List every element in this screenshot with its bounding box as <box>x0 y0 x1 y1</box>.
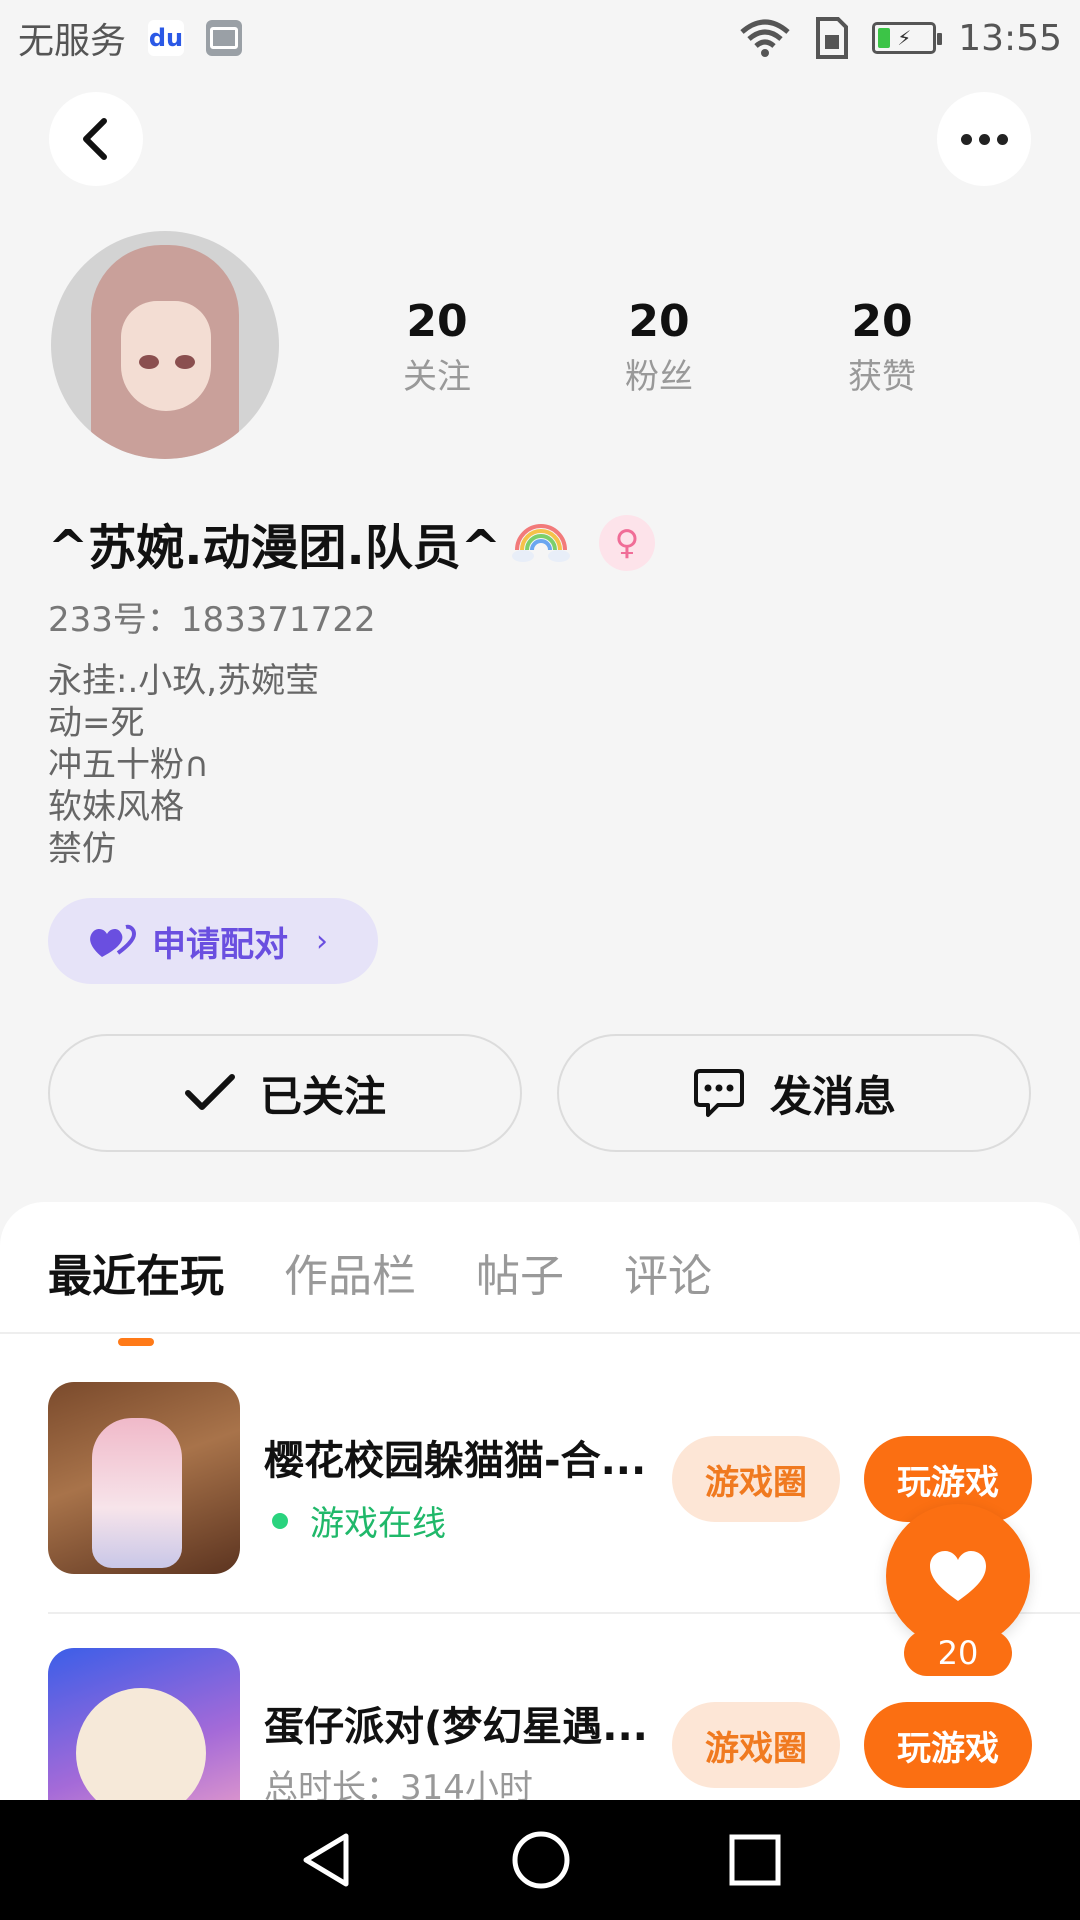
stat-label: 关注 <box>403 357 471 397</box>
stat-value: 20 <box>628 296 690 347</box>
stat-value: 20 <box>851 296 913 347</box>
user-id: 233号：183371722 <box>48 600 376 640</box>
stat-following[interactable]: 20 关注 <box>347 292 527 402</box>
wifi-icon <box>740 19 790 57</box>
game-online-status: 游戏在线 <box>264 1496 446 1545</box>
stat-value: 20 <box>406 296 468 347</box>
game-circle-button[interactable]: 游戏圈 <box>672 1702 840 1788</box>
game-status-text: 游戏在线 <box>310 1504 446 1544</box>
tab-bar: 最近在玩 作品栏 帖子 评论 <box>48 1240 772 1304</box>
bio: 永挂:.小玖,苏婉莹 动=死 冲五十粉∩ 软妹风格 禁仿 <box>48 660 319 870</box>
tab-works[interactable]: 作品栏 <box>284 1240 416 1304</box>
bio-line: 禁仿 <box>48 829 116 869</box>
heart-icon <box>930 1551 986 1601</box>
online-dot-icon <box>272 1512 288 1529</box>
game-circle-button[interactable]: 游戏圈 <box>672 1436 840 1522</box>
carrier-label: 无服务 <box>18 21 127 62</box>
nav-recents-icon[interactable] <box>728 1833 782 1887</box>
female-gender-icon: ♀ <box>598 515 655 571</box>
name-row: ^苏婉.动漫团.队员^ ♀ <box>48 508 655 578</box>
stat-fans[interactable]: 20 粉丝 <box>569 292 749 402</box>
gallery-notification-icon <box>206 20 243 56</box>
sim-icon <box>816 17 849 59</box>
game-total-playtime: 总时长：314小时 <box>264 1768 533 1800</box>
bio-line: 软妹风格 <box>48 787 184 827</box>
back-button[interactable] <box>49 92 143 186</box>
more-icon <box>960 133 1008 145</box>
bio-line: 动=死 <box>48 703 145 743</box>
system-navigation-bar <box>0 1800 1080 1920</box>
clock: 13:55 <box>958 17 1062 59</box>
check-icon <box>184 1074 235 1110</box>
like-count: 20 <box>904 1630 1012 1676</box>
tab-divider <box>0 1332 1080 1334</box>
game-icon[interactable] <box>48 1648 240 1800</box>
avatar[interactable] <box>51 231 279 459</box>
nav-back-icon[interactable] <box>298 1830 354 1890</box>
hearts-icon <box>90 924 137 957</box>
play-game-button[interactable]: 玩游戏 <box>864 1702 1032 1788</box>
bio-line: 永挂:.小玖,苏婉莹 <box>48 661 320 701</box>
followed-label: 已关注 <box>259 1071 386 1121</box>
nav-home-icon[interactable] <box>511 1830 571 1890</box>
baidu-notification-icon: du <box>148 20 185 56</box>
stat-label: 获赞 <box>848 357 916 397</box>
apply-pair-button[interactable]: 申请配对 › <box>48 898 378 984</box>
like-button[interactable] <box>886 1504 1030 1648</box>
game-title: 樱花校园躲猫猫-合... <box>264 1438 647 1484</box>
chevron-left-icon <box>83 118 107 160</box>
chevron-right-icon: › <box>316 923 328 959</box>
followed-button[interactable]: 已关注 <box>48 1034 522 1152</box>
tab-recently-played[interactable]: 最近在玩 <box>48 1240 224 1304</box>
status-bar: 无服务 du ⚡ 13:55 <box>0 0 1080 76</box>
battery-icon: ⚡ <box>872 22 943 54</box>
rainbow-icon <box>511 520 571 566</box>
chat-bubble-icon <box>693 1069 744 1117</box>
stat-label: 粉丝 <box>625 357 693 397</box>
apply-pair-label: 申请配对 <box>152 924 288 965</box>
game-title: 蛋仔派对(梦幻星遇... <box>264 1704 648 1750</box>
tab-comments[interactable]: 评论 <box>624 1240 712 1304</box>
more-button[interactable] <box>937 92 1031 186</box>
username: ^苏婉.动漫团.队员^ <box>48 520 501 576</box>
send-message-label: 发消息 <box>769 1071 896 1121</box>
game-icon[interactable] <box>48 1382 240 1574</box>
game-list-item[interactable]: 蛋仔派对(梦幻星遇... 总时长：314小时 游戏圈 玩游戏 <box>48 1648 1048 1800</box>
send-message-button[interactable]: 发消息 <box>557 1034 1031 1152</box>
stat-likes[interactable]: 20 获赞 <box>792 292 972 402</box>
bio-line: 冲五十粉∩ <box>48 745 209 785</box>
tab-posts[interactable]: 帖子 <box>476 1240 564 1304</box>
